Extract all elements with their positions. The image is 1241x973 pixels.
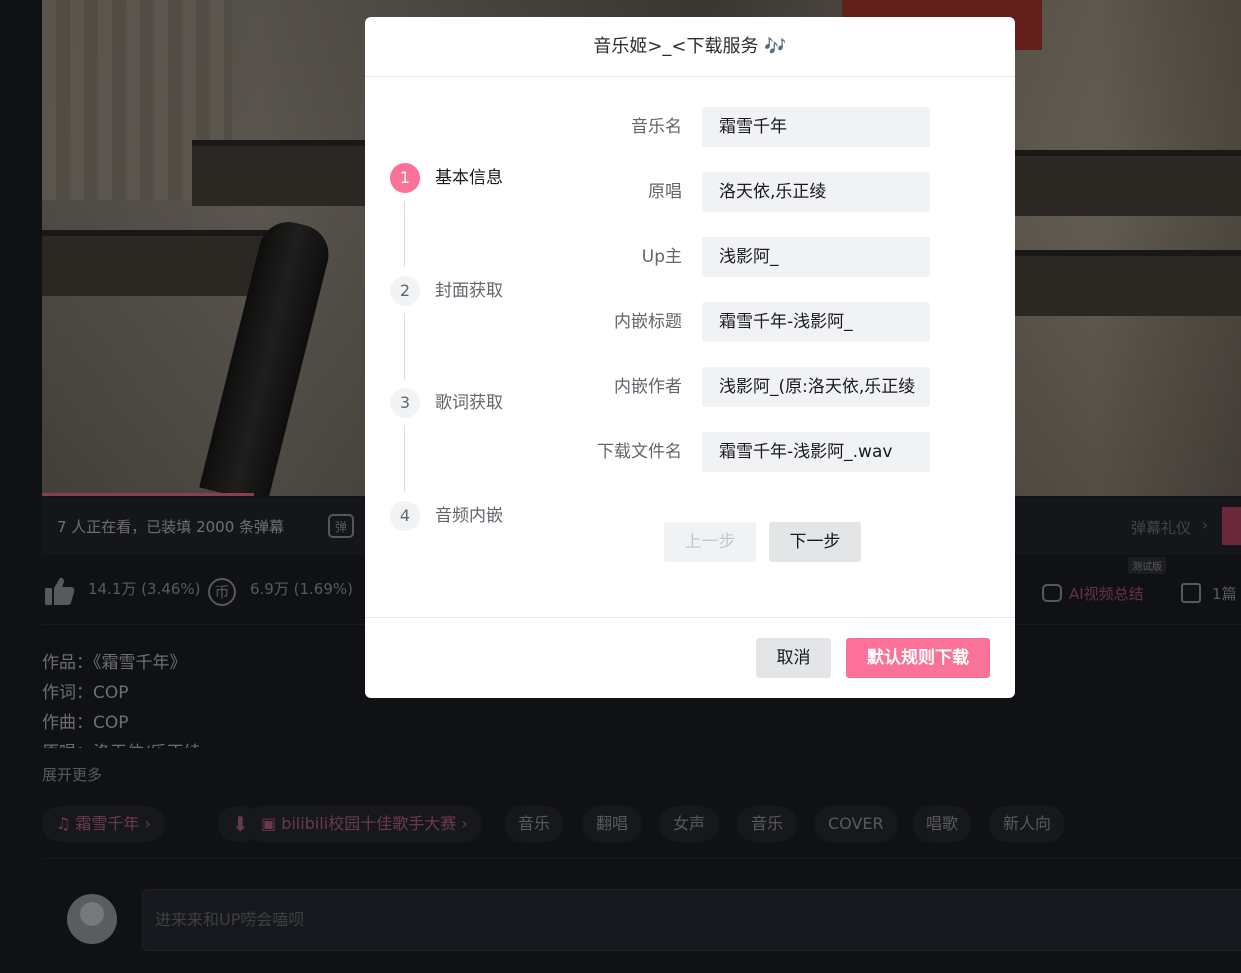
embedded-title-label: 内嵌标题 (614, 312, 682, 332)
default-download-button[interactable]: 默认规则下载 (846, 638, 990, 678)
step-connector (404, 426, 405, 492)
step-number: 4 (390, 501, 420, 531)
step-label: 歌词获取 (435, 393, 503, 413)
uploader-input[interactable]: 浅影阿_ (702, 237, 930, 277)
music-name-input[interactable]: 霜雪千年 (702, 107, 930, 147)
previous-step-button[interactable]: 上一步 (664, 522, 756, 562)
filename-label: 下载文件名 (597, 442, 682, 462)
step-label: 封面获取 (435, 281, 503, 301)
original-singer-label: 原唱 (648, 182, 682, 202)
step-connector (404, 201, 405, 267)
step-label: 音频内嵌 (435, 506, 503, 526)
step-label: 基本信息 (435, 168, 503, 188)
embedded-author-label: 内嵌作者 (614, 377, 682, 397)
dialog-title: 音乐姬>_<下载服务 🎶 (365, 17, 1015, 77)
uploader-label: Up主 (641, 247, 682, 267)
step-connector (404, 314, 405, 380)
step-number: 1 (390, 163, 420, 193)
embedded-author-input[interactable]: 浅影阿_(原:洛天依,乐正绫 (702, 367, 930, 407)
original-singer-input[interactable]: 洛天依,乐正绫 (702, 172, 930, 212)
step-number: 3 (390, 388, 420, 418)
next-step-button[interactable]: 下一步 (769, 522, 861, 562)
filename-input[interactable]: 霜雪千年-浅影阿_.wav (702, 432, 930, 472)
music-name-label: 音乐名 (631, 117, 682, 137)
embedded-title-input[interactable]: 霜雪千年-浅影阿_ (702, 302, 930, 342)
download-dialog: 音乐姬>_<下载服务 🎶 1 基本信息 2 封面获取 3 歌词获取 4 音频内嵌… (365, 17, 1015, 698)
cancel-button[interactable]: 取消 (756, 638, 831, 678)
step-number: 2 (390, 276, 420, 306)
